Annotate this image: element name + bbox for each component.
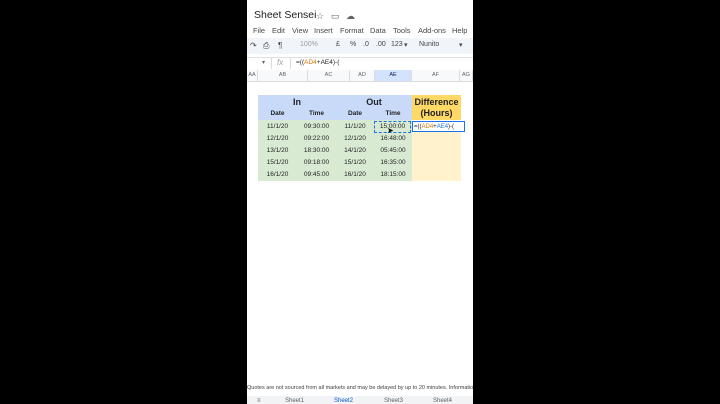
spreadsheet-app: Sheet Sensei ☆ ▭ ☁ File Edit View Insert…	[247, 0, 473, 404]
column-header-af[interactable]: AF	[412, 70, 460, 81]
formula-ref-ae4: AE4	[320, 59, 333, 66]
cell-date-out[interactable]: 16/1/20	[336, 169, 374, 181]
percent-format-button[interactable]: %	[350, 41, 356, 48]
chevron-down-icon[interactable]: ▾	[459, 41, 463, 49]
menu-format[interactable]: Format	[340, 26, 364, 35]
sub-header-time-out: Time	[385, 110, 401, 117]
menu-addons[interactable]: Add-ons	[418, 26, 446, 35]
menu-data[interactable]: Data	[370, 26, 386, 35]
cell-time-in[interactable]: 09:18:00	[297, 157, 336, 169]
column-header-row: AA AB AC AD AE AF AG	[247, 70, 473, 82]
cloud-status-icon[interactable]: ☁	[346, 11, 355, 22]
zoom-select[interactable]: 100%	[300, 41, 318, 48]
cell-time-out[interactable]: 16:35:00	[374, 157, 412, 169]
menu-file[interactable]: File	[253, 26, 265, 35]
move-folder-icon[interactable]: ▭	[331, 11, 340, 22]
currency-format-button[interactable]: £	[336, 41, 340, 48]
tab-sheet3[interactable]: Sheet3	[384, 398, 403, 404]
formula-input[interactable]: =((AD4+AE4)-(	[296, 59, 339, 66]
tab-sheet2[interactable]: Sheet2	[334, 398, 353, 404]
chevron-down-icon[interactable]: ▾	[404, 41, 408, 49]
mouse-cursor-icon: ➤	[387, 126, 394, 135]
all-sheets-icon[interactable]: ≡	[257, 398, 261, 404]
editor-ref-ad4: AD4	[421, 124, 434, 130]
difference-header-unit: (Hours)	[420, 108, 453, 118]
tab-sheet1[interactable]: Sheet1	[285, 398, 304, 404]
column-header-ad[interactable]: AD	[350, 70, 375, 81]
editor-suffix: )-(	[448, 124, 455, 130]
active-cell-editor[interactable]: =((AD4+AE4)-(	[412, 121, 465, 132]
out-header: Out	[366, 97, 382, 107]
cell-date-out[interactable]: 14/1/20	[336, 145, 374, 157]
cell-date-out[interactable]: 15/1/20	[336, 157, 374, 169]
quotes-disclaimer: Quotes are not sourced from all markets …	[247, 385, 473, 391]
function-icon: fx	[277, 58, 284, 67]
formula-suffix: )-(	[332, 59, 340, 66]
menu-tools[interactable]: Tools	[393, 26, 411, 35]
formula-ref-ad4: AD4	[304, 59, 317, 66]
difference-header: Difference	[414, 97, 459, 107]
cell-time-out[interactable]: 18:15:00	[374, 169, 412, 181]
cell-date-in[interactable]: 15/1/20	[258, 157, 297, 169]
column-header-aa[interactable]: AA	[247, 70, 258, 81]
increase-decimal-button[interactable]: .00	[376, 41, 386, 48]
paint-format-icon[interactable]: ¶	[278, 41, 282, 50]
sub-header-time-in: Time	[308, 110, 325, 117]
menu-view[interactable]: View	[292, 26, 308, 35]
divider	[271, 58, 272, 69]
cell-time-in[interactable]: 18:30:00	[297, 145, 336, 157]
star-icon[interactable]: ☆	[316, 11, 324, 22]
print-icon[interactable]: ⎙	[263, 41, 269, 51]
difference-result-band	[412, 132, 461, 181]
formula-prefix: =((	[296, 59, 305, 66]
cell-time-in[interactable]: 09:30:00	[297, 121, 336, 133]
cell-date-in[interactable]: 11/1/20	[258, 121, 297, 133]
redo-icon[interactable]: ↷	[250, 41, 257, 50]
editor-ref-ae4: AE4	[436, 124, 449, 130]
cell-time-out[interactable]: 05:45:00	[374, 145, 412, 157]
cell-date-in[interactable]: 13/1/20	[258, 145, 297, 157]
tab-sheet4[interactable]: Sheet4	[433, 398, 452, 404]
column-header-ab[interactable]: AB	[258, 70, 308, 81]
font-select[interactable]: Nunito	[419, 41, 439, 48]
column-header-ac[interactable]: AC	[308, 70, 350, 81]
menu-help[interactable]: Help	[452, 26, 467, 35]
cell-date-out[interactable]: 11/1/20	[336, 121, 374, 133]
in-header: In	[293, 97, 301, 107]
chevron-down-icon[interactable]: ▾	[262, 59, 265, 66]
more-formats-button[interactable]: 123	[391, 41, 403, 48]
divider	[290, 58, 291, 69]
sub-header-date-in: Date	[270, 110, 285, 117]
cell-date-out[interactable]: 12/1/20	[336, 133, 374, 145]
decrease-decimal-button[interactable]: .0	[363, 41, 369, 48]
sub-header-date-out: Date	[347, 110, 363, 117]
cell-time-in[interactable]: 09:45:00	[297, 169, 336, 181]
document-title[interactable]: Sheet Sensei	[254, 9, 316, 21]
column-header-ag[interactable]: AG	[460, 70, 473, 81]
cell-date-in[interactable]: 16/1/20	[258, 169, 297, 181]
editor-prefix: =((	[414, 124, 422, 130]
menu-insert[interactable]: Insert	[314, 26, 333, 35]
menu-edit[interactable]: Edit	[272, 26, 285, 35]
cell-time-in[interactable]: 09:22:00	[297, 133, 336, 145]
column-header-ae[interactable]: AE	[375, 70, 412, 81]
cell-date-in[interactable]: 12/1/20	[258, 133, 297, 145]
